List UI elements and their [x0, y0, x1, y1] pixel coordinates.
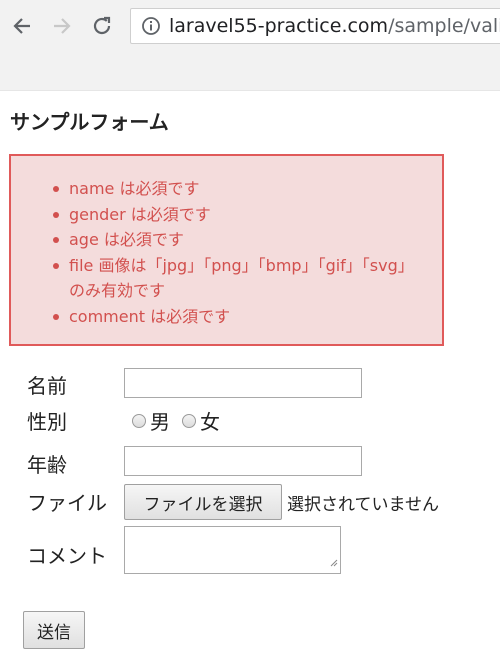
page-title: サンプルフォーム	[10, 110, 169, 134]
age-label: 年齢	[27, 453, 67, 477]
forward-arrow-icon	[51, 15, 73, 37]
resize-handle-icon[interactable]	[329, 552, 338, 571]
name-label: 名前	[27, 374, 67, 398]
comment-label: コメント	[27, 544, 107, 568]
address-bar[interactable]: laravel55-practice.com/sample/vali	[130, 8, 500, 44]
reload-icon	[91, 15, 113, 37]
age-input[interactable]	[124, 446, 362, 476]
gender-label: 性別	[27, 410, 67, 434]
info-icon[interactable]	[141, 16, 161, 36]
error-item-gender: gender は必須です	[53, 202, 419, 228]
reload-button[interactable]	[88, 12, 116, 40]
back-button[interactable]	[8, 12, 36, 40]
error-item-file: file 画像は「jpg」「png」「bmp」「gif」「svg」のみ有効です	[53, 253, 419, 304]
error-item-name: name は必須です	[53, 176, 419, 202]
submit-button[interactable]: 送信	[23, 611, 85, 649]
comment-textarea[interactable]	[124, 526, 341, 574]
error-messages: name は必須です gender は必須です age は必須です file 画…	[9, 154, 444, 346]
gender-radio-male[interactable]	[132, 413, 146, 428]
name-input[interactable]	[124, 368, 362, 398]
choose-file-button[interactable]: ファイルを選択	[124, 484, 282, 520]
back-arrow-icon	[11, 15, 33, 37]
error-item-comment: comment は必須です	[53, 304, 419, 330]
browser-toolbar: laravel55-practice.com/sample/vali	[0, 0, 500, 91]
error-item-age: age は必須です	[53, 227, 419, 253]
error-list: name は必須です gender は必須です age は必須です file 画…	[53, 176, 419, 330]
forward-button[interactable]	[48, 12, 76, 40]
file-status-text: 選択されていません	[287, 495, 439, 515]
url-path: /sample/vali	[388, 15, 500, 37]
file-label: ファイル	[27, 491, 107, 515]
gender-radio-female[interactable]	[182, 413, 196, 428]
gender-option-female: 女	[200, 410, 220, 434]
gender-radio-group: 男 女	[132, 406, 232, 435]
url-host: laravel55-practice.com	[169, 15, 389, 37]
gender-option-male: 男	[150, 410, 170, 434]
